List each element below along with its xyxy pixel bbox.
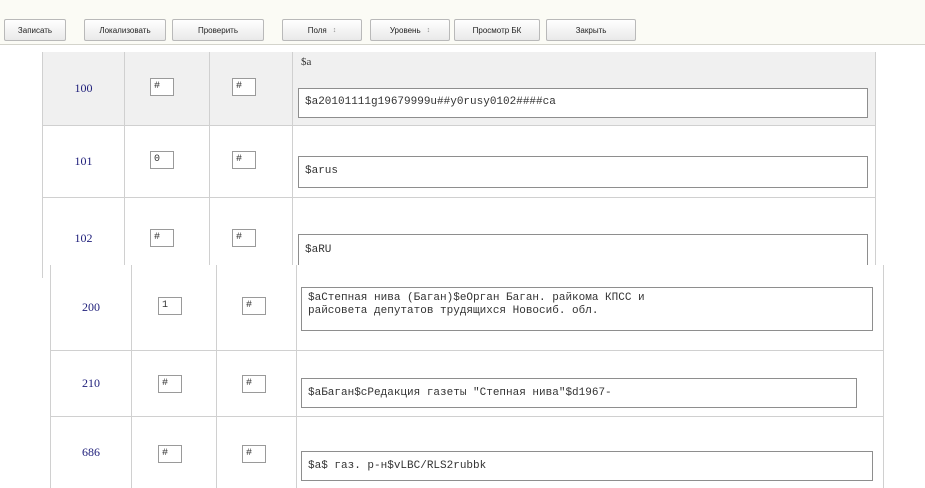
ind1-cell: # [132,351,217,417]
tag-cell: 200 [51,265,132,351]
indicator1-input[interactable]: # [158,375,182,393]
check-label: Проверить [197,25,238,35]
chevron-updown-icon: ↕ [332,26,337,34]
tag-label: 100 [74,81,93,95]
tag-label: 101 [74,154,93,168]
ind2-cell: # [210,126,293,198]
indicator1-input[interactable]: # [158,445,182,463]
indicator2-input[interactable]: # [242,445,266,463]
toolbar: Записать Локализовать Проверить Поля ↕ Ур… [0,0,925,45]
tag-cell: 101 [43,126,125,198]
field-value-input[interactable]: $arus [298,156,868,188]
check-button[interactable]: Проверить [172,19,264,41]
localize-label: Локализовать [99,25,151,35]
tag-label: 210 [82,376,100,390]
save-button[interactable]: Записать [4,19,66,41]
field-value-input[interactable]: $a$ газ. р-н$vLBC/RLS2rubbk [301,451,873,481]
chevron-updown-icon: ↕ [426,26,431,34]
tag-cell: 686 [51,417,132,488]
level-label: Уровень [389,25,421,35]
value-cell: $arus [293,126,876,198]
close-label: Закрыть [575,25,607,35]
level-dropdown[interactable]: Уровень ↕ [370,19,450,41]
subfield-label: $a [301,56,312,68]
ind1-cell: 1 [132,265,217,351]
ind1-cell: # [132,417,217,488]
ind2-cell: # [217,417,297,488]
indicator2-input[interactable]: # [232,151,256,169]
indicator2-input[interactable]: # [232,229,256,247]
value-cell: $a $a20101111g19679999u##y0rusy0102####c… [293,52,876,126]
value-cell: $aСтепная нива (Баган)$eОрган Баган. рай… [297,265,883,351]
ind2-cell: # [210,52,293,126]
indicator1-input[interactable]: # [150,78,174,96]
grid-border [883,265,884,488]
tag-label: 102 [74,230,93,245]
tag-label: 686 [82,445,100,459]
fields-dropdown[interactable]: Поля ↕ [282,19,362,41]
indicator2-input[interactable]: # [232,78,256,96]
ind1-cell: # [125,52,210,126]
tag-label: 200 [82,300,100,314]
field-value-input[interactable]: $aБаган$cРедакция газеты "Степная нива"$… [301,378,857,408]
preview-bk-button[interactable]: Просмотр БК [454,19,540,41]
close-button[interactable]: Закрыть [546,19,636,41]
ind2-cell: # [217,351,297,417]
indicator1-input[interactable]: 0 [150,151,174,169]
save-label: Записать [17,25,53,35]
field-value-input[interactable]: $a20101111g19679999u##y0rusy0102####ca [298,88,868,118]
localize-button[interactable]: Локализовать [84,19,166,41]
indicator1-input[interactable]: # [150,229,174,247]
preview-bk-label: Просмотр БК [472,25,522,35]
ind1-cell: 0 [125,126,210,198]
tag-cell: 210 [51,351,132,417]
field-value-input[interactable]: $aСтепная нива (Баган)$eОрган Баган. рай… [301,287,873,331]
indicator2-input[interactable]: # [242,297,266,315]
value-cell: $aБаган$cРедакция газеты "Степная нива"$… [297,351,883,417]
indicator2-input[interactable]: # [242,375,266,393]
fields-label: Поля [307,25,327,35]
indicator1-input[interactable]: 1 [158,297,182,315]
value-cell: $a$ газ. р-н$vLBC/RLS2rubbk [297,417,883,488]
tag-cell: 100 [43,52,125,126]
ind2-cell: # [217,265,297,351]
